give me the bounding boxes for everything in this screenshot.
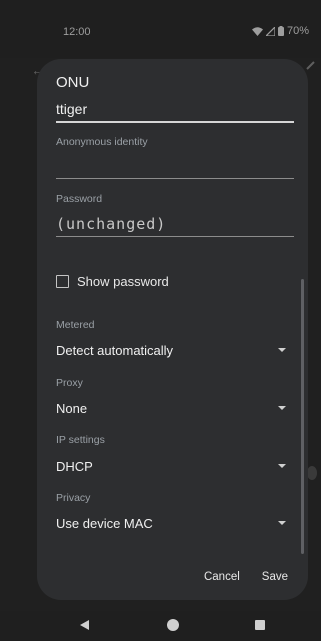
chevron-down-icon (278, 464, 286, 468)
status-bar: 12:00 70% (0, 0, 321, 58)
metered-label: Metered (56, 319, 95, 331)
cancel-button[interactable]: Cancel (204, 571, 240, 583)
nav-back-icon[interactable] (80, 620, 89, 630)
network-title: ONU (56, 74, 90, 91)
chevron-down-icon (278, 348, 286, 352)
proxy-select[interactable]: None (56, 399, 286, 417)
edit-icon (306, 61, 315, 70)
proxy-value: None (56, 400, 88, 416)
show-password-label: Show password (77, 274, 169, 289)
ip-settings-select[interactable]: DHCP (56, 457, 286, 475)
dialog-actions: Cancel Save (204, 571, 288, 583)
privacy-select[interactable]: Use device MAC (56, 514, 286, 532)
password-label: Password (56, 193, 103, 205)
show-password-row[interactable]: Show password (56, 274, 169, 289)
save-button[interactable]: Save (262, 571, 288, 583)
privacy-label: Privacy (56, 492, 91, 504)
show-password-checkbox[interactable] (56, 275, 69, 288)
signal-icon (265, 26, 275, 36)
metered-select[interactable]: Detect automatically (56, 341, 286, 359)
ip-settings-label: IP settings (56, 434, 105, 446)
anonymous-identity-label: Anonymous identity (56, 136, 148, 148)
anonymous-identity-field[interactable] (56, 159, 294, 175)
privacy-value: Use device MAC (56, 515, 153, 531)
ip-settings-value: DHCP (56, 458, 93, 474)
password-underline (56, 236, 294, 237)
nav-home-icon[interactable] (167, 619, 179, 631)
wifi-network-dialog: ONU ttiger Anonymous identity Password (… (37, 59, 308, 600)
status-time: 12:00 (63, 26, 91, 38)
anonymous-identity-underline (56, 178, 294, 179)
chevron-down-icon (278, 406, 286, 410)
background-handle (307, 466, 317, 480)
battery-icon (277, 26, 284, 36)
identity-underline (56, 121, 294, 123)
navigation-bar (0, 611, 321, 641)
identity-field[interactable]: ttiger (56, 101, 87, 117)
dialog-scrollbar[interactable] (301, 279, 304, 554)
wifi-icon (251, 26, 263, 36)
status-icons: 70% (251, 25, 309, 37)
password-field[interactable]: (unchanged) (56, 215, 166, 233)
metered-value: Detect automatically (56, 342, 174, 358)
chevron-down-icon (278, 521, 286, 525)
battery-percent: 70% (286, 25, 309, 37)
nav-recents-icon[interactable] (255, 620, 265, 630)
proxy-label: Proxy (56, 377, 83, 389)
